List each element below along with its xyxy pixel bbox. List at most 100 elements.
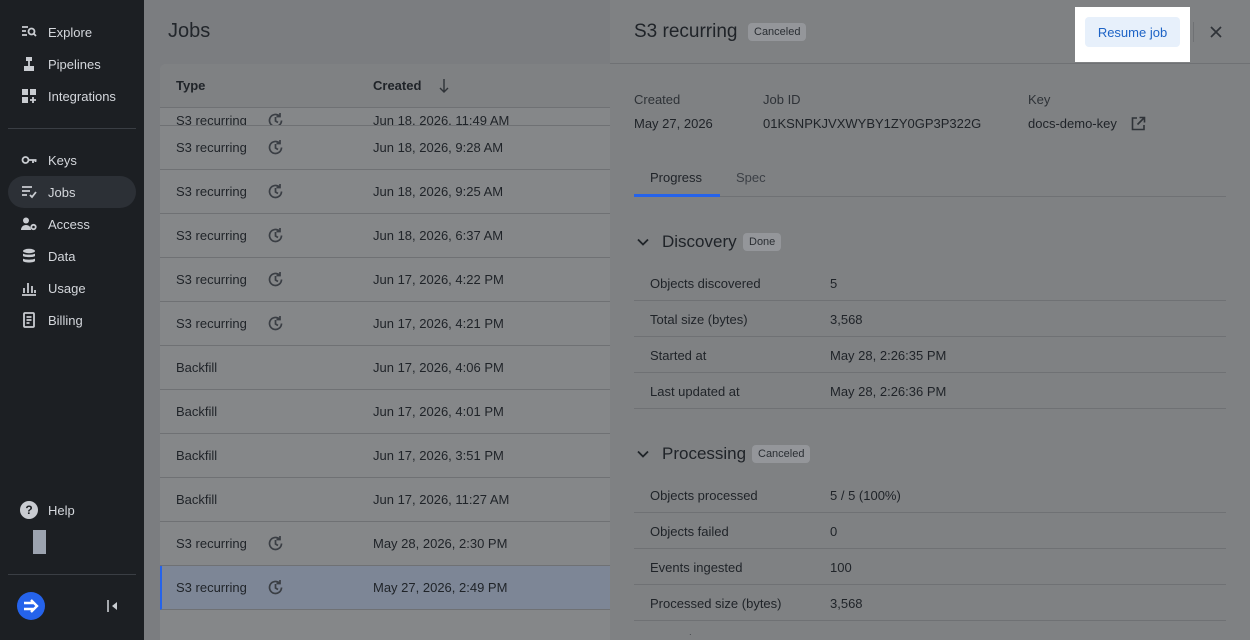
tab-spec[interactable]: Spec — [736, 170, 766, 185]
sidebar-item-integrations[interactable]: Integrations — [8, 80, 136, 112]
sidebar-item-label: Usage — [48, 280, 86, 296]
detail-row: Objects discovered 5 — [634, 265, 1226, 301]
detail-key: Last updated at — [650, 384, 740, 399]
job-detail-panel: S3 recurring Canceled Resume job Created… — [610, 0, 1250, 640]
collapse-sidebar-icon[interactable] — [106, 598, 120, 614]
detail-value: 3,568 — [830, 596, 863, 611]
table-row[interactable]: S3 recurring Jun 18, 2026, 9:28 AM — [160, 126, 620, 170]
cell-created: Jun 18, 2026, 9:28 AM — [373, 140, 504, 155]
sidebar-item-data[interactable]: Data — [8, 240, 136, 272]
table-row[interactable]: S3 recurring Jun 17, 2026, 4:21 PM — [160, 302, 620, 346]
resume-highlight: Resume job — [1075, 7, 1190, 62]
integrations-icon — [20, 87, 38, 105]
cell-created: Jun 17, 2026, 4:06 PM — [373, 360, 504, 375]
detail-value: 5 — [830, 276, 838, 291]
explore-icon — [20, 23, 38, 41]
cell-created: Jun 18, 2026, 9:25 AM — [373, 184, 504, 199]
detail-row: Started at May 28, 2:26:35 PM — [634, 621, 1226, 635]
bar-chart-icon — [20, 279, 38, 297]
discovery-section-header[interactable]: Discovery Done — [634, 229, 1226, 255]
recurring-icon — [267, 139, 284, 156]
detail-row: Started at May 28, 2:26:35 PM — [634, 337, 1226, 373]
external-link-icon[interactable] — [1131, 116, 1146, 131]
cell-type: S3 recurring — [176, 316, 247, 331]
table-row[interactable]: Backfill Jun 17, 2026, 11:27 AM — [160, 478, 620, 522]
table-row[interactable]: S3 recurring Jun 18, 2026, 6:37 AM — [160, 214, 620, 258]
sidebar-item-usage[interactable]: Usage — [8, 272, 136, 304]
table-row[interactable]: S3 recurring Jun 18, 2026, 11:49 AM — [160, 108, 620, 126]
cell-created: Jun 17, 2026, 3:51 PM — [373, 448, 504, 463]
detail-value: May 28, 2:26:35 PM — [830, 348, 947, 363]
recurring-icon — [267, 227, 284, 244]
sidebar-divider — [8, 128, 136, 129]
avatar[interactable] — [33, 530, 46, 554]
detail-key: Started at — [650, 632, 706, 635]
sidebar-divider — [8, 574, 136, 575]
arrow-down-icon[interactable] — [438, 78, 450, 94]
detail-row: Events ingested 100 — [634, 549, 1226, 585]
cell-created: Jun 17, 2026, 4:21 PM — [373, 316, 504, 331]
cell-created: May 28, 2026, 2:30 PM — [373, 536, 508, 551]
sidebar-item-label: Billing — [48, 312, 83, 328]
panel-tabs: Progress Spec — [634, 160, 1226, 197]
jobs-icon — [20, 183, 38, 201]
cell-type: Backfill — [176, 404, 218, 419]
sidebar-item-jobs[interactable]: Jobs — [8, 176, 136, 208]
cell-type: Backfill — [176, 492, 218, 507]
active-tab-indicator — [634, 194, 720, 197]
table-row[interactable]: S3 recurring May 27, 2026, 2:49 PM — [160, 566, 620, 610]
table-header: Type Created — [160, 64, 620, 108]
processing-section-header[interactable]: Processing Canceled — [634, 441, 1226, 467]
chevron-down-icon[interactable] — [636, 447, 650, 461]
sidebar-item-explore[interactable]: Explore — [8, 16, 136, 48]
table-row[interactable]: S3 recurring May 28, 2026, 2:30 PM — [160, 522, 620, 566]
chevron-down-icon[interactable] — [636, 235, 650, 249]
column-header-created[interactable]: Created — [373, 78, 421, 93]
detail-row: Objects failed 0 — [634, 513, 1226, 549]
cell-type: S3 recurring — [176, 140, 247, 155]
sidebar-item-access[interactable]: Access — [8, 208, 136, 240]
status-badge: Canceled — [752, 445, 811, 463]
sidebar-item-label: Jobs — [48, 184, 76, 200]
access-icon — [20, 215, 38, 233]
tab-progress[interactable]: Progress — [650, 170, 702, 185]
detail-value: 100 — [830, 560, 852, 575]
cell-created: Jun 17, 2026, 4:01 PM — [373, 404, 504, 419]
detail-key: Objects discovered — [650, 276, 761, 291]
cell-type: S3 recurring — [176, 184, 247, 199]
sidebar-item-help[interactable]: ? Help — [8, 494, 136, 526]
pipelines-icon — [20, 55, 38, 73]
section-title: Discovery — [662, 232, 737, 251]
panel-header: S3 recurring Canceled Resume job — [610, 0, 1250, 64]
close-icon[interactable] — [1208, 24, 1224, 40]
detail-row: Processed size (bytes) 3,568 — [634, 585, 1226, 621]
resume-job-button[interactable]: Resume job — [1085, 17, 1180, 47]
cell-type: S3 recurring — [176, 228, 247, 243]
table-row[interactable]: Backfill Jun 17, 2026, 4:06 PM — [160, 346, 620, 390]
billing-icon — [20, 311, 38, 329]
help-icon: ? — [20, 501, 38, 519]
recurring-icon — [267, 112, 284, 125]
brand-logo-icon[interactable] — [17, 592, 45, 620]
status-badge: Done — [743, 233, 782, 251]
cell-created: May 27, 2026, 2:49 PM — [373, 580, 508, 595]
sidebar-item-label: Data — [48, 248, 76, 264]
sidebar-item-billing[interactable]: Billing — [8, 304, 136, 336]
detail-key: Started at — [650, 348, 707, 363]
table-row[interactable]: Backfill Jun 17, 2026, 3:51 PM — [160, 434, 620, 478]
cell-created: Jun 17, 2026, 11:27 AM — [373, 492, 510, 507]
sidebar-item-keys[interactable]: Keys — [8, 144, 136, 176]
panel-title: S3 recurring — [634, 21, 738, 42]
sidebar: Explore Pipelines Integrations Keys Jobs… — [0, 0, 144, 640]
column-header-type[interactable]: Type — [176, 78, 205, 93]
created-value: May 27, 2026 — [634, 116, 713, 131]
table-row[interactable]: S3 recurring Jun 17, 2026, 4:22 PM — [160, 258, 620, 302]
jobs-table: Type Created S3 recurring Jun 18, 2026, … — [160, 64, 620, 640]
table-row[interactable]: S3 recurring Jun 18, 2026, 9:25 AM — [160, 170, 620, 214]
detail-value: 5 / 5 (100%) — [830, 488, 901, 503]
key-link[interactable]: docs-demo-key — [1028, 116, 1117, 131]
cell-created: Jun 18, 2026, 6:37 AM — [373, 228, 504, 243]
sidebar-item-pipelines[interactable]: Pipelines — [8, 48, 136, 80]
detail-key: Objects failed — [650, 524, 729, 539]
table-row[interactable]: Backfill Jun 17, 2026, 4:01 PM — [160, 390, 620, 434]
